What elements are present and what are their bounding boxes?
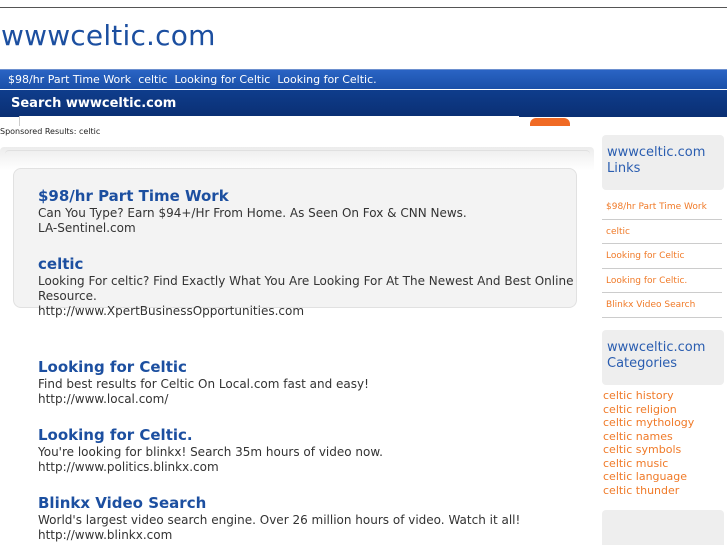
search-label: Search wwwceltic.com <box>11 96 177 111</box>
nav-link[interactable]: Looking for Celtic <box>174 70 270 89</box>
result-title-link[interactable]: celtic <box>38 255 578 273</box>
result-url[interactable]: http://www.blinkx.com <box>38 528 578 543</box>
sponsored-prefix: Sponsored Results: <box>0 127 77 136</box>
result-description: Find best results for Celtic On Local.co… <box>38 377 369 391</box>
nav-link[interactable]: Looking for Celtic. <box>277 70 376 89</box>
sidebar-link[interactable]: Looking for Celtic. <box>602 269 722 293</box>
category-link[interactable]: celtic history <box>603 389 723 403</box>
result-url[interactable]: http://www.local.com/ <box>38 392 578 407</box>
result-title-link[interactable]: Looking for Celtic. <box>38 426 578 444</box>
sidebar-links-list: $98/hr Part Time Work celtic Looking for… <box>602 195 722 318</box>
sidebar-link[interactable]: $98/hr Part Time Work <box>602 195 722 220</box>
result-url[interactable]: http://www.politics.blinkx.com <box>38 460 578 475</box>
result-title-link[interactable]: Looking for Celtic <box>38 358 578 376</box>
category-link[interactable]: celtic thunder <box>603 484 723 498</box>
top-nav-bar: $98/hr Part Time Work celtic Looking for… <box>0 69 727 89</box>
sidebar-bottom-box <box>602 510 724 545</box>
sidebar-links-header: wwwceltic.com Links <box>602 135 724 190</box>
result-description: Can You Type? Earn $94+/Hr From Home. As… <box>38 206 467 220</box>
sponsored-results-label: Sponsored Results: celtic <box>0 127 100 136</box>
nav-link[interactable]: $98/hr Part Time Work <box>8 70 131 89</box>
sidebar-categories-header: wwwceltic.com Categories <box>602 330 724 385</box>
category-link[interactable]: celtic language <box>603 470 723 484</box>
results-panel-inner <box>5 150 590 158</box>
search-input[interactable] <box>19 116 519 126</box>
sidebar-link[interactable]: celtic <box>602 220 722 244</box>
search-button[interactable] <box>530 118 570 126</box>
search-bar: Search wwwceltic.com <box>0 90 727 117</box>
category-link[interactable]: celtic symbols <box>603 443 723 457</box>
sidebar-link[interactable]: Looking for Celtic <box>602 244 722 269</box>
result-description: Looking For celtic? Find Exactly What Yo… <box>38 274 574 303</box>
category-link[interactable]: celtic music <box>603 457 723 471</box>
sidebar-categories-heading: wwwceltic.com Categories <box>607 340 706 371</box>
sidebar-link[interactable]: Blinkx Video Search <box>602 293 722 318</box>
result-item: Looking for Celtic Find best results for… <box>38 358 578 407</box>
result-title-link[interactable]: Blinkx Video Search <box>38 494 578 512</box>
top-divider <box>0 7 727 8</box>
result-description: World's largest video search engine. Ove… <box>38 513 521 527</box>
category-link[interactable]: celtic names <box>603 430 723 444</box>
result-item: Blinkx Video Search World's largest vide… <box>38 494 578 543</box>
result-item: celtic Looking For celtic? Find Exactly … <box>38 255 578 319</box>
sidebar-categories-list: celtic history celtic religion celtic my… <box>603 389 723 497</box>
site-title[interactable]: wwwceltic.com <box>1 19 216 52</box>
category-link[interactable]: celtic mythology <box>603 416 723 430</box>
category-link[interactable]: celtic religion <box>603 403 723 417</box>
sponsored-query: celtic <box>78 127 101 136</box>
sidebar-links-heading: wwwceltic.com Links <box>607 145 706 176</box>
result-url[interactable]: LA-Sentinel.com <box>38 221 578 236</box>
result-description: You're looking for blinkx! Search 35m ho… <box>38 445 383 459</box>
result-item: Looking for Celtic. You're looking for b… <box>38 426 578 475</box>
result-url[interactable]: http://www.XpertBusinessOpportunities.co… <box>38 304 578 319</box>
result-title-link[interactable]: $98/hr Part Time Work <box>38 187 578 205</box>
nav-link[interactable]: celtic <box>138 70 167 89</box>
result-item: $98/hr Part Time Work Can You Type? Earn… <box>38 187 578 236</box>
